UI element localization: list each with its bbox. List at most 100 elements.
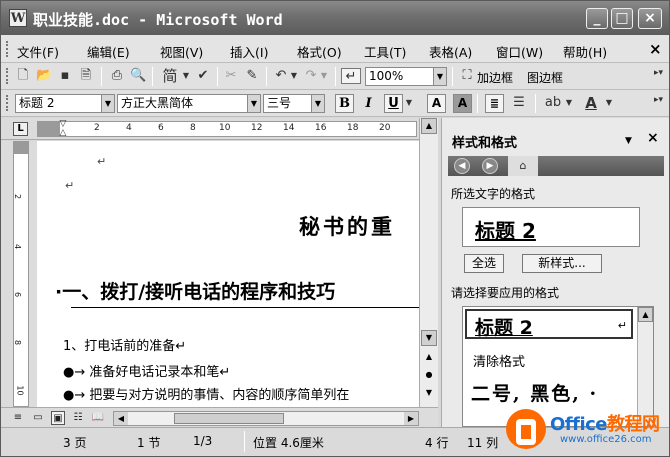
task-pane-close-button[interactable]: ×: [647, 130, 659, 146]
distributed-align-icon[interactable]: ☰: [511, 95, 527, 111]
undo-icon[interactable]: ↶: [273, 68, 289, 84]
menu-insert[interactable]: 插入(I): [230, 42, 268, 61]
open-folder-icon[interactable]: 📂: [36, 68, 52, 84]
scroll-right-icon[interactable]: ▶: [404, 412, 418, 425]
style-list-item[interactable]: 二号, 黑色, ·: [471, 379, 598, 406]
status-page-of: 1/3: [193, 434, 213, 448]
style-list-scroll-up-icon[interactable]: ▲: [638, 307, 653, 322]
add-border-icon[interactable]: ⛶: [459, 68, 475, 84]
toolbar-options-icon[interactable]: ▸▾: [654, 68, 663, 78]
vertical-ruler[interactable]: 2 4 6 8 10: [13, 141, 29, 407]
menu-edit[interactable]: 编辑(E): [87, 42, 130, 61]
format-painter-icon[interactable]: ✎: [244, 68, 260, 84]
scroll-down-icon[interactable]: ▼: [421, 330, 437, 346]
new-style-button[interactable]: 新样式...: [522, 254, 602, 273]
task-pane-nav-bar: ◀ ▶ ⌂: [448, 156, 664, 176]
word-app-icon[interactable]: W: [9, 9, 27, 27]
tab-selector-button[interactable]: L: [13, 122, 28, 136]
style-value: 标题 2: [19, 96, 55, 110]
underline-button[interactable]: U: [384, 94, 403, 113]
bold-button[interactable]: B: [335, 94, 354, 113]
drawing-border-button[interactable]: 图边框: [527, 69, 563, 86]
style-combo[interactable]: 标题 2 ▼: [15, 94, 115, 113]
selected-style-box[interactable]: 标题 2: [462, 207, 640, 247]
indent-marker-icon[interactable]: ▽ △: [58, 120, 68, 138]
format-toolbar-options-icon[interactable]: ▸▾: [654, 95, 663, 105]
paragraph-mark: ↵: [97, 155, 107, 168]
close-document-button[interactable]: ×: [649, 40, 662, 58]
simplified-chinese-icon[interactable]: 简: [159, 68, 181, 84]
character-border-button[interactable]: A: [427, 94, 446, 113]
select-browse-object-icon[interactable]: ●: [421, 368, 437, 384]
add-border-button[interactable]: 加边框: [477, 69, 513, 86]
font-size-dropdown-icon[interactable]: ▼: [311, 95, 324, 112]
title-bar[interactable]: W 职业技能.doc - Microsoft Word _ □ ×: [1, 1, 669, 35]
chinese-conversion-dropdown-icon[interactable]: ▼: [181, 68, 191, 84]
scroll-left-icon[interactable]: ◀: [114, 412, 128, 425]
show-hide-marks-icon[interactable]: ↵: [341, 68, 361, 84]
font-color-button[interactable]: A: [583, 95, 599, 111]
apply-format-label: 请选择要应用的格式: [451, 286, 560, 300]
clear-formatting-item[interactable]: 清除格式: [473, 351, 525, 370]
menu-tools[interactable]: 工具(T): [364, 42, 406, 61]
menu-grip-handle[interactable]: [6, 41, 9, 57]
style-list-item[interactable]: 标题 2 ↵: [465, 309, 633, 339]
format-toolbar-grip-handle[interactable]: [6, 95, 9, 111]
normal-view-icon[interactable]: ≡: [11, 411, 25, 425]
heading-level-1: ·一、拨打/接听电话的程序和技巧: [55, 281, 336, 303]
menu-help[interactable]: 帮助(H): [563, 42, 607, 61]
highlight-dropdown-icon[interactable]: ▼: [564, 95, 574, 111]
horizontal-scroll-thumb[interactable]: [174, 413, 284, 424]
style-dropdown-icon[interactable]: ▼: [101, 95, 114, 112]
cut-icon[interactable]: ✂: [223, 68, 239, 84]
forward-icon[interactable]: ▶: [482, 158, 498, 174]
previous-page-icon[interactable]: ▲: [421, 350, 437, 366]
undo-dropdown-icon[interactable]: ▼: [289, 68, 299, 84]
justify-align-icon[interactable]: ≣: [485, 94, 504, 113]
menu-window[interactable]: 窗口(W): [496, 42, 543, 61]
zoom-combo[interactable]: 100% ▼: [365, 67, 447, 86]
font-combo[interactable]: 方正大黑简体 ▼: [117, 94, 261, 113]
document-area[interactable]: ↵ ↵ 秘书的重 ·一、拨打/接听电话的程序和技巧 1、打电话前的准备↵ ●→ …: [37, 141, 419, 407]
menu-format[interactable]: 格式(O): [297, 42, 342, 61]
menu-view[interactable]: 视图(V): [160, 42, 203, 61]
next-page-icon[interactable]: ▼: [421, 386, 437, 402]
horizontal-scrollbar[interactable]: ◀ ▶: [113, 411, 419, 426]
character-shading-button[interactable]: A: [453, 94, 472, 113]
underline-dropdown-icon[interactable]: ▼: [404, 95, 414, 111]
zoom-dropdown-icon[interactable]: ▼: [433, 68, 446, 85]
scroll-up-icon[interactable]: ▲: [421, 118, 437, 134]
new-document-icon[interactable]: 🗋: [15, 68, 31, 84]
back-icon[interactable]: ◀: [454, 158, 470, 174]
italic-button[interactable]: I: [359, 94, 378, 113]
style-list-item-label: 标题 2: [475, 317, 533, 339]
select-all-button[interactable]: 全选: [464, 254, 504, 273]
home-icon[interactable]: ⌂: [508, 156, 538, 176]
task-pane-dropdown-icon[interactable]: ▼: [625, 136, 632, 146]
spelling-check-icon[interactable]: ✔: [195, 68, 211, 84]
web-layout-view-icon[interactable]: ▭: [31, 411, 45, 425]
print-icon[interactable]: ⎙: [109, 68, 125, 84]
document-vertical-scrollbar[interactable]: ▲ ▼ ▲ ● ▼: [419, 118, 438, 407]
outline-view-icon[interactable]: ☷: [71, 411, 85, 425]
highlight-icon[interactable]: ab: [543, 95, 563, 111]
status-section: 1 节: [137, 436, 161, 450]
print-layout-view-icon[interactable]: ▣: [51, 411, 65, 425]
toolbar-grip-handle[interactable]: [6, 68, 9, 84]
reading-layout-view-icon[interactable]: 📖: [91, 411, 105, 425]
font-size-combo[interactable]: 三号 ▼: [263, 94, 325, 113]
save-icon[interactable]: ▪: [57, 68, 73, 84]
menu-file[interactable]: 文件(F): [17, 42, 59, 61]
font-dropdown-icon[interactable]: ▼: [247, 95, 260, 112]
paragraph-style-mark-icon: ↵: [617, 319, 627, 332]
permission-icon[interactable]: 🗎: [78, 68, 94, 84]
maximize-button[interactable]: □: [611, 8, 633, 29]
minimize-button[interactable]: _: [586, 8, 608, 29]
font-color-dropdown-icon[interactable]: ▼: [604, 95, 614, 111]
horizontal-ruler[interactable]: ▽ △ 2 4 6 8 10 12 14 16 18 20: [37, 120, 417, 138]
print-preview-icon[interactable]: 🔍: [130, 68, 146, 84]
redo-icon[interactable]: ↷: [303, 68, 319, 84]
redo-dropdown-icon[interactable]: ▼: [319, 68, 329, 84]
close-window-button[interactable]: ×: [638, 8, 662, 29]
menu-table[interactable]: 表格(A): [429, 42, 472, 61]
